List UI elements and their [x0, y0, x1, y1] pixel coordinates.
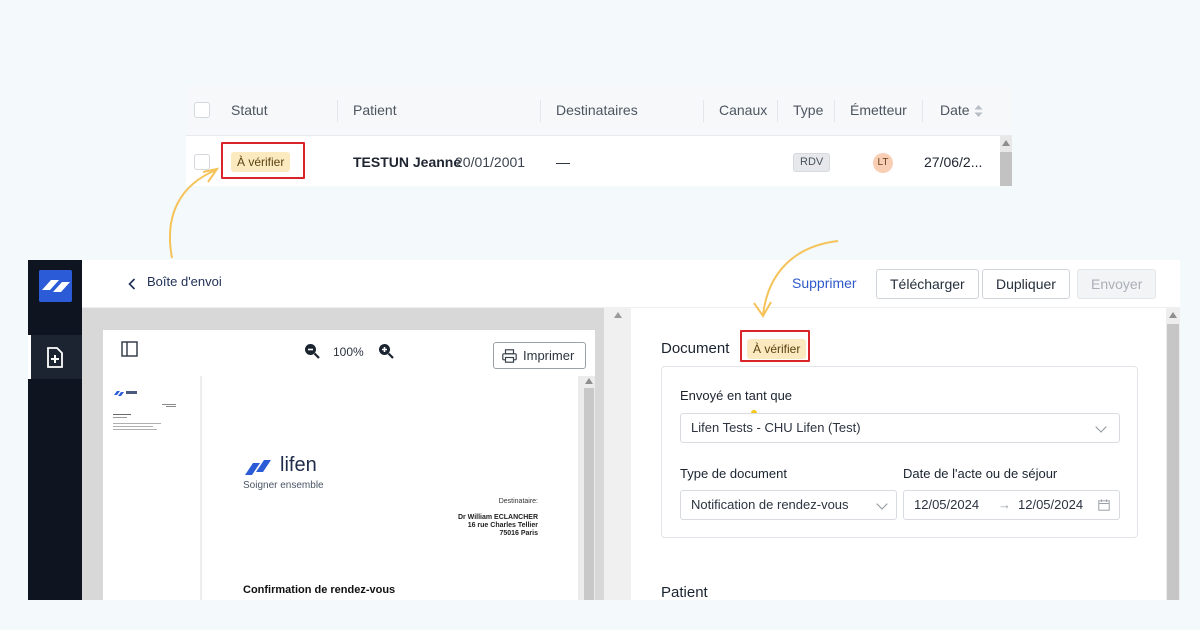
lifen-logo-icon[interactable] — [39, 270, 72, 302]
page-thumbnails — [103, 376, 201, 600]
doc-recipient-name: Dr William ECLANCHER — [457, 514, 538, 521]
duplicate-button[interactable]: Dupliquer — [982, 269, 1070, 299]
table-header: Statut Patient Destinataires Canaux Type… — [186, 86, 1012, 136]
column-separator — [337, 100, 338, 122]
header-emetteur[interactable]: Émetteur — [850, 86, 907, 136]
page-thumbnail[interactable] — [112, 388, 182, 448]
medical-document-icon — [47, 347, 63, 368]
back-to-outbox-link[interactable]: Boîte d'envoi — [147, 274, 222, 289]
nav-rail — [28, 260, 82, 600]
type-tag: RDV — [793, 153, 831, 172]
send-button[interactable]: Envoyer — [1077, 269, 1157, 299]
nav-item-documents[interactable] — [28, 335, 82, 379]
date-end[interactable]: 12/05/2024 — [1018, 491, 1083, 519]
doc-recipient-city: 75016 Paris — [499, 530, 538, 537]
recipients-cell: — — [556, 154, 570, 170]
zoom-level: 100% — [333, 345, 364, 359]
download-button[interactable]: Télécharger — [876, 269, 979, 299]
page-scroll-area[interactable]: lifen Soigner ensemble Destinataire: Dr … — [201, 376, 595, 600]
column-separator — [834, 100, 835, 122]
avatar: LT — [873, 153, 893, 173]
document-section-title: Document — [661, 340, 730, 357]
scroll-up-icon[interactable] — [585, 378, 593, 384]
printer-icon — [502, 349, 517, 363]
header-canaux[interactable]: Canaux — [719, 86, 767, 136]
scroll-up-icon[interactable] — [614, 312, 622, 318]
messages-table: Statut Patient Destinataires Canaux Type… — [186, 86, 1012, 186]
column-separator — [540, 100, 541, 122]
chevron-left-icon[interactable] — [128, 278, 136, 290]
chevron-down-icon — [876, 498, 888, 510]
select-all-checkbox[interactable] — [194, 102, 210, 118]
doc-tagline: Soigner ensemble — [243, 480, 324, 491]
header-destinataires[interactable]: Destinataires — [556, 86, 638, 136]
doc-type-label: Type de document — [680, 466, 787, 481]
date-start[interactable]: 12/05/2024 — [914, 497, 979, 512]
doc-heading: Confirmation de rendez-vous — [243, 584, 396, 596]
patient-section-title: Patient — [661, 584, 708, 600]
sent-as-label: Envoyé en tant que — [680, 388, 793, 403]
patient-name[interactable]: TESTUN Jeanne — [353, 137, 461, 187]
range-arrow: → — [998, 497, 1011, 512]
document-card: Envoyé en tant que Lifen Tests - CHU Lif… — [661, 366, 1138, 538]
row-checkbox[interactable] — [194, 154, 210, 170]
sidebar-toggle-icon[interactable] — [121, 341, 138, 357]
highlight-frame — [740, 330, 810, 362]
viewer-toolbar: 100% Imprimer — [103, 330, 595, 376]
scroll-up-icon[interactable] — [1002, 140, 1010, 146]
patient-dob: 20/01/2001 — [455, 154, 526, 170]
zoom-out-icon[interactable] — [304, 343, 320, 359]
header-type[interactable]: Type — [793, 86, 823, 136]
column-separator — [703, 100, 704, 122]
column-separator — [922, 100, 923, 122]
sent-as-select[interactable]: Lifen Tests - CHU Lifen (Test) — [680, 413, 1120, 443]
table-scrollbar[interactable] — [1000, 136, 1012, 186]
table-row[interactable]: À vérifier TESTUN Jeanne 20/01/2001 — RD… — [186, 137, 1012, 187]
act-date-label: Date de l'acte ou de séjour — [903, 466, 1058, 481]
toolbar: Boîte d'envoi Supprimer Télécharger Dupl… — [82, 260, 1180, 308]
column-separator — [777, 100, 778, 122]
date-range-input[interactable]: 12/05/2024 → 12/05/2024 — [903, 490, 1120, 520]
header-patient[interactable]: Patient — [353, 86, 397, 136]
document-viewer: 100% Imprimer lifen Soigner ensemble Des… — [82, 308, 604, 600]
chevron-down-icon — [1095, 421, 1107, 433]
header-statut[interactable]: Statut — [231, 86, 268, 136]
doc-brand: lifen — [280, 454, 317, 476]
panel-splitter[interactable] — [604, 308, 631, 600]
doc-recipient-label: Destinataire: — [498, 498, 538, 505]
doc-type-select[interactable]: Notification de rendez-vous — [680, 490, 897, 520]
sort-icon[interactable] — [974, 105, 983, 117]
scrollbar-thumb[interactable] — [584, 388, 594, 600]
scrollbar-thumb[interactable] — [1167, 324, 1179, 600]
page-scrollbar[interactable] — [583, 376, 595, 600]
document-page: lifen Soigner ensemble Destinataire: Dr … — [202, 376, 578, 600]
date-cell: 27/06/2... — [924, 154, 983, 170]
scroll-up-icon[interactable] — [1169, 312, 1177, 318]
app-window: Boîte d'envoi Supprimer Télécharger Dupl… — [28, 260, 1180, 600]
highlight-frame — [221, 142, 305, 179]
details-panel: Document À vérifier Envoyé en tant que L… — [631, 308, 1166, 600]
header-date[interactable]: Date — [940, 86, 970, 136]
details-scrollbar[interactable] — [1166, 308, 1180, 600]
calendar-icon[interactable] — [1098, 499, 1110, 511]
scrollbar-thumb[interactable] — [1000, 152, 1012, 186]
print-button[interactable]: Imprimer — [493, 342, 586, 369]
zoom-in-icon[interactable] — [378, 343, 394, 359]
delete-button[interactable]: Supprimer — [779, 269, 870, 299]
lifen-logo-icon — [245, 460, 271, 475]
doc-recipient-street: 16 rue Charles Tellier — [467, 522, 538, 529]
